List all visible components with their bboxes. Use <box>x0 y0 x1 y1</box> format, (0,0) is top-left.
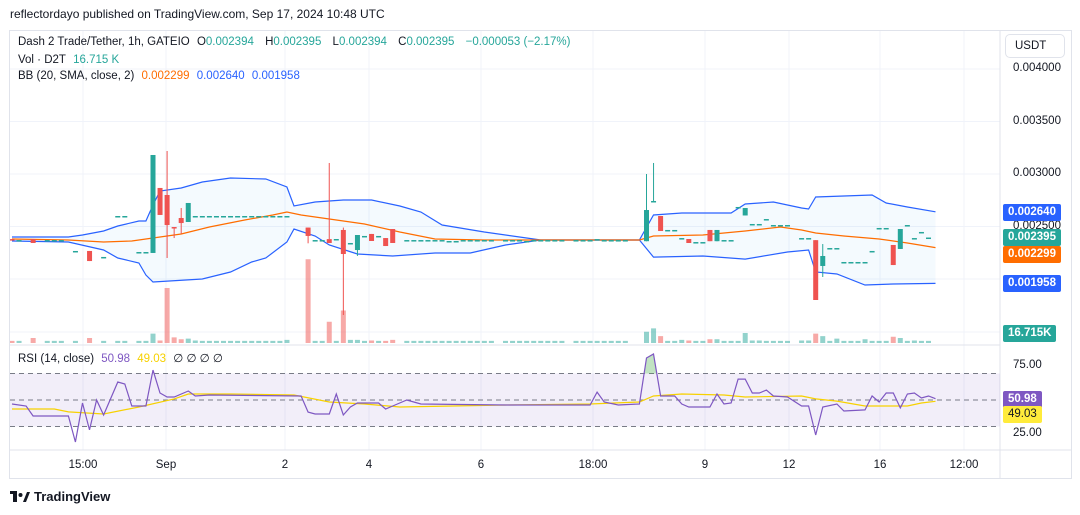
volume-label: Vol · D2T <box>18 54 66 66</box>
rsi-extra-values: ∅ ∅ ∅ ∅ <box>173 353 223 365</box>
time-tick: 9 <box>701 459 709 471</box>
bb-mid-value: 0.002299 <box>141 70 190 82</box>
tradingview-logo-icon <box>10 490 30 502</box>
rsi-ma-value: 49.03 <box>137 353 167 365</box>
close-value: 0.002395 <box>406 36 455 48</box>
price-tick: 0.003500 <box>1013 115 1061 127</box>
symbol-title: Dash 2 Trade/Tether, 1h, GATEIO <box>18 36 190 48</box>
time-tick: 6 <box>477 459 485 471</box>
time-tick: 12:00 <box>949 459 979 471</box>
close-price-tag: 0.002395 <box>1003 229 1061 246</box>
change-value: −0.000053 (−2.17%) <box>465 36 571 48</box>
tradingview-logo[interactable]: TradingView <box>10 489 110 504</box>
volume-legend: Vol · D2T 16.715 K <box>18 54 123 66</box>
rsi-value: 50.98 <box>101 353 131 365</box>
rsi-tick: 75.00 <box>1013 359 1042 371</box>
time-tick: 2 <box>281 459 289 471</box>
open-value: 0.002394 <box>205 36 254 48</box>
rsi-label: RSI (14, close) <box>18 353 95 365</box>
time-tick: Sep <box>155 459 177 471</box>
price-tick: 0.003000 <box>1013 167 1061 179</box>
rsi-tick: 25.00 <box>1013 427 1042 439</box>
brand-name: TradingView <box>34 489 111 504</box>
open-label: O <box>196 36 206 48</box>
time-tick: 4 <box>365 459 373 471</box>
chart-frame <box>9 30 1072 479</box>
time-tick: 12 <box>782 459 796 471</box>
bb-upper-tag: 0.002640 <box>1003 204 1061 221</box>
bb-lower-value: 0.001958 <box>251 70 300 82</box>
bb-legend: BB (20, SMA, close, 2) 0.002299 0.002640… <box>18 70 304 82</box>
currency-button[interactable]: USDT <box>1005 34 1065 58</box>
low-value: 0.002394 <box>338 36 387 48</box>
bb-mid-tag: 0.002299 <box>1003 246 1061 263</box>
volume-value: 16.715 K <box>73 54 120 66</box>
high-value: 0.002395 <box>273 36 322 48</box>
time-tick: 15:00 <box>68 459 98 471</box>
volume-tag: 16.715K <box>1003 325 1057 342</box>
bb-lower-tag: 0.001958 <box>1003 275 1061 292</box>
time-tick: 16 <box>873 459 887 471</box>
low-label: L <box>332 36 339 48</box>
rsi-ma-tag: 49.03 <box>1003 406 1042 423</box>
bb-upper-value: 0.002640 <box>196 70 245 82</box>
time-tick: 18:00 <box>578 459 608 471</box>
bb-label: BB (20, SMA, close, 2) <box>18 70 135 82</box>
rsi-legend: RSI (14, close) 50.98 49.03 ∅ ∅ ∅ ∅ <box>18 351 227 365</box>
symbol-legend: Dash 2 Trade/Tether, 1h, GATEIO O0.00239… <box>18 36 574 48</box>
price-tick: 0.004000 <box>1013 62 1061 74</box>
